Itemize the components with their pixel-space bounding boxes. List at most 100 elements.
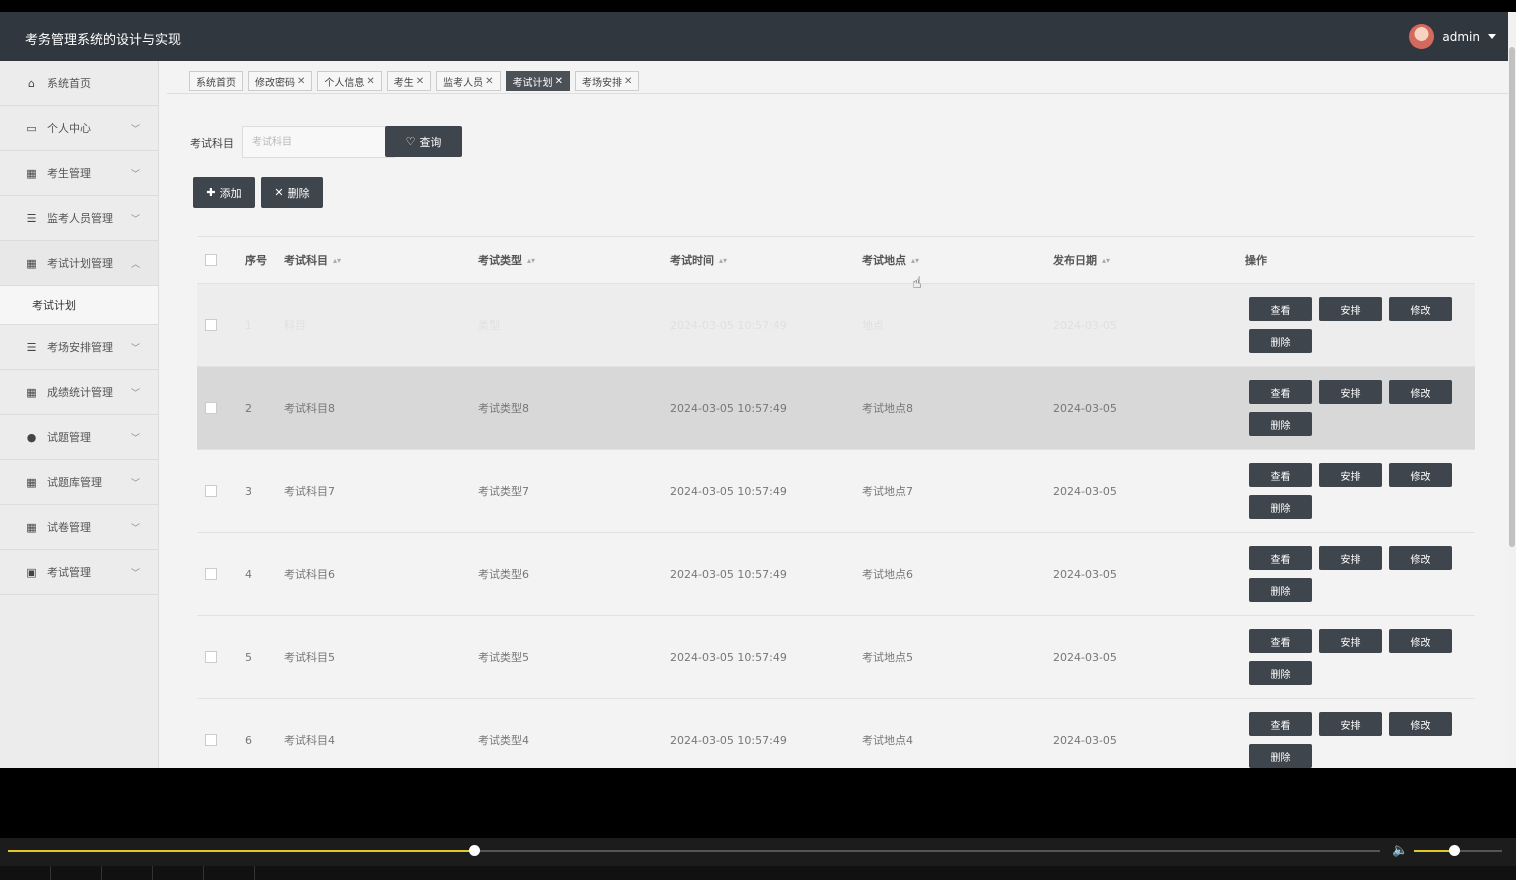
sidebar-item-question-bank[interactable]: ▦ 试题库管理 ﹀ bbox=[0, 460, 158, 505]
row-delete-button[interactable]: 删除 bbox=[1249, 744, 1312, 768]
close-icon[interactable]: ✕ bbox=[485, 76, 493, 87]
sidebar-item-questions[interactable]: ● 试题管理 ﹀ bbox=[0, 415, 158, 460]
row-checkbox[interactable] bbox=[205, 651, 217, 663]
close-icon: ✕ bbox=[274, 186, 284, 199]
edit-button[interactable]: 修改 bbox=[1389, 297, 1452, 321]
edit-button[interactable]: 修改 bbox=[1389, 712, 1452, 736]
search-label: 考试科目 bbox=[190, 137, 234, 150]
sidebar-item-invigilator[interactable]: ☰ 监考人员管理 ﹀ bbox=[0, 196, 158, 241]
arrange-button[interactable]: 安排 bbox=[1319, 380, 1382, 404]
view-button[interactable]: 查看 bbox=[1249, 297, 1312, 321]
view-button[interactable]: 查看 bbox=[1249, 712, 1312, 736]
caret-down-icon[interactable] bbox=[1488, 34, 1496, 39]
arrange-button[interactable]: 安排 bbox=[1319, 546, 1382, 570]
sidebar-item-home[interactable]: ⌂ 系统首页 bbox=[0, 61, 158, 106]
header-date[interactable]: 发布日期 ▴▾ bbox=[1053, 237, 1110, 283]
header-index: 序号 bbox=[245, 254, 267, 267]
scrollbar[interactable] bbox=[1508, 12, 1516, 768]
scrollbar-thumb[interactable] bbox=[1509, 47, 1515, 547]
table-row[interactable]: 1 科目 类型 2024-03-05 10:57:49 地点 2024-03-05 查看 安排… bbox=[197, 284, 1475, 367]
tab-bar: 系统首页 修改密码 ✕ 个人信息 ✕ 考生 ✕ 监考人员 ✕ 考试计划 ✕ 考场安排 ✕ bbox=[189, 71, 640, 91]
sidebar-item-personal-center[interactable]: ▭ 个人中心 ﹀ bbox=[0, 106, 158, 151]
close-icon[interactable]: ✕ bbox=[555, 76, 563, 87]
control-slot[interactable] bbox=[102, 866, 153, 880]
seek-bar[interactable] bbox=[8, 845, 1380, 856]
sidebar-item-label: 考试管理 bbox=[47, 566, 91, 579]
sidebar-item-exams[interactable]: ▣ 考试管理 ﹀ bbox=[0, 550, 158, 595]
edit-button[interactable]: 修改 bbox=[1389, 546, 1452, 570]
arrange-button[interactable]: 安排 bbox=[1319, 463, 1382, 487]
control-slot[interactable] bbox=[153, 866, 204, 880]
sidebar-item-examinee[interactable]: ▦ 考生管理 ﹀ bbox=[0, 151, 158, 196]
close-icon[interactable]: ✕ bbox=[366, 76, 374, 87]
tab-examinee[interactable]: 考生 ✕ bbox=[386, 71, 432, 91]
edit-button[interactable]: 修改 bbox=[1389, 463, 1452, 487]
sidebar-item-score-stats[interactable]: ▦ 成绩统计管理 ﹀ bbox=[0, 370, 158, 415]
row-delete-button[interactable]: 删除 bbox=[1249, 495, 1312, 519]
avatar[interactable] bbox=[1409, 24, 1435, 49]
query-button[interactable]: ♡ 查询 bbox=[385, 126, 462, 157]
row-actions: 查看 安排 修改删除 bbox=[1249, 712, 1459, 768]
row-delete-button[interactable]: 删除 bbox=[1249, 412, 1312, 436]
chevron-down-icon: ﹀ bbox=[130, 215, 140, 225]
arrange-button[interactable]: 安排 bbox=[1319, 712, 1382, 736]
seek-handle[interactable] bbox=[469, 845, 481, 856]
control-slot[interactable] bbox=[204, 866, 255, 880]
volume-handle[interactable] bbox=[1448, 845, 1460, 856]
arrange-button[interactable]: 安排 bbox=[1319, 297, 1382, 321]
view-button[interactable]: 查看 bbox=[1249, 380, 1312, 404]
tab-invigilator[interactable]: 监考人员 ✕ bbox=[436, 71, 501, 91]
header-subject[interactable]: 考试科目 ▴▾ bbox=[284, 237, 341, 283]
close-icon[interactable]: ✕ bbox=[624, 76, 632, 87]
view-button[interactable]: 查看 bbox=[1249, 629, 1312, 653]
tab-room-arrangement[interactable]: 考场安排 ✕ bbox=[574, 71, 640, 91]
tab-personal-info[interactable]: 个人信息 ✕ bbox=[317, 71, 382, 91]
row-delete-button[interactable]: 删除 bbox=[1249, 329, 1312, 353]
cell-index: 5 bbox=[245, 650, 252, 664]
username[interactable]: admin bbox=[1442, 30, 1480, 44]
tab-exam-plan[interactable]: 考试计划 ✕ bbox=[505, 71, 570, 91]
close-icon[interactable]: ✕ bbox=[297, 76, 305, 87]
row-actions: 查看 安排 修改删除 bbox=[1249, 380, 1459, 436]
table-row[interactable]: 3 考试科目7 考试类型7 2024-03-05 10:57:49 考试地点7 2024-… bbox=[197, 450, 1475, 533]
control-slot[interactable] bbox=[0, 866, 51, 880]
sidebar-subitem-exam-plan[interactable]: 考试计划 bbox=[0, 286, 158, 325]
table-row[interactable]: 6 考试科目4 考试类型4 2024-03-05 10:57:49 考试地点4 2024-… bbox=[197, 699, 1475, 768]
select-all-checkbox[interactable] bbox=[205, 254, 217, 266]
row-checkbox[interactable] bbox=[205, 319, 217, 331]
tab-change-password[interactable]: 修改密码 ✕ bbox=[248, 71, 313, 91]
header-location[interactable]: 考试地点 ▴▾ bbox=[862, 237, 919, 283]
tab-home[interactable]: 系统首页 bbox=[189, 71, 243, 91]
volume-slider[interactable] bbox=[1414, 845, 1502, 856]
row-checkbox[interactable] bbox=[205, 568, 217, 580]
header-type[interactable]: 考试类型 ▴▾ bbox=[478, 237, 535, 283]
add-button[interactable]: ✚ 添加 bbox=[193, 177, 255, 208]
edit-button[interactable]: 修改 bbox=[1389, 380, 1452, 404]
close-icon[interactable]: ✕ bbox=[416, 76, 424, 87]
hand-cursor-icon: ☝ bbox=[912, 273, 922, 292]
table-row[interactable]: 2 考试科目8 考试类型8 2024-03-05 10:57:49 考试地点8 2024-… bbox=[197, 367, 1475, 450]
row-checkbox[interactable] bbox=[205, 734, 217, 746]
table-row[interactable]: 4 考试科目6 考试类型6 2024-03-05 10:57:49 考试地点6 2024-… bbox=[197, 533, 1475, 616]
volume-icon[interactable]: 🔈 bbox=[1392, 843, 1408, 858]
row-checkbox[interactable] bbox=[205, 485, 217, 497]
arrange-button[interactable]: 安排 bbox=[1319, 629, 1382, 653]
user-menu[interactable]: admin bbox=[1409, 24, 1496, 49]
sidebar-item-room-arrangement[interactable]: ☰ 考场安排管理 ﹀ bbox=[0, 325, 158, 370]
search-input[interactable] bbox=[242, 126, 395, 158]
table-row[interactable]: 5 考试科目5 考试类型5 2024-03-05 10:57:49 考试地点5 2024-… bbox=[197, 616, 1475, 699]
row-delete-button[interactable]: 删除 bbox=[1249, 578, 1312, 602]
control-slot[interactable] bbox=[51, 866, 102, 880]
row-checkbox[interactable] bbox=[205, 402, 217, 414]
cell-index: 1 bbox=[245, 318, 252, 332]
sidebar-item-papers[interactable]: ▦ 试卷管理 ﹀ bbox=[0, 505, 158, 550]
delete-button[interactable]: ✕ 删除 bbox=[261, 177, 323, 208]
view-button[interactable]: 查看 bbox=[1249, 546, 1312, 570]
row-delete-button[interactable]: 删除 bbox=[1249, 661, 1312, 685]
sidebar-item-exam-plan[interactable]: ▦ 考试计划管理 ︿ bbox=[0, 241, 158, 286]
row-actions: 查看 安排 修改删除 bbox=[1249, 463, 1459, 519]
header-time[interactable]: 考试时间 ▴▾ bbox=[670, 237, 727, 283]
chevron-down-icon: ﹀ bbox=[130, 479, 140, 489]
edit-button[interactable]: 修改 bbox=[1389, 629, 1452, 653]
view-button[interactable]: 查看 bbox=[1249, 463, 1312, 487]
